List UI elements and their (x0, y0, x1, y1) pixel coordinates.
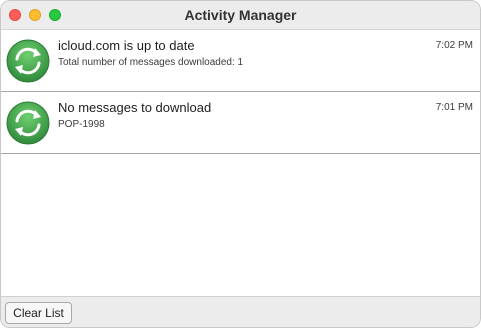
activity-title: icloud.com is up to date (58, 38, 195, 53)
bottom-toolbar: Clear List (1, 296, 480, 327)
activity-time: 7:01 PM (435, 102, 473, 113)
clear-list-button[interactable]: Clear List (5, 302, 72, 324)
activity-row[interactable]: icloud.com is up to date Total number of… (1, 30, 480, 92)
activity-manager-window: Activity Manager icloud.com is up to dat… (0, 0, 481, 328)
activity-title: No messages to download (58, 100, 212, 115)
activity-time: 7:02 PM (435, 40, 473, 51)
activity-list: icloud.com is up to date Total number of… (1, 30, 480, 296)
activity-detail: POP-1998 (58, 119, 105, 130)
activity-detail: Total number of messages downloaded: 1 (58, 57, 244, 68)
activity-row[interactable]: No messages to download POP-1998 7:01 PM (1, 92, 480, 154)
title-bar: Activity Manager (1, 1, 480, 30)
window-title: Activity Manager (184, 7, 297, 23)
sync-icon (6, 101, 50, 145)
sync-icon (6, 39, 50, 83)
